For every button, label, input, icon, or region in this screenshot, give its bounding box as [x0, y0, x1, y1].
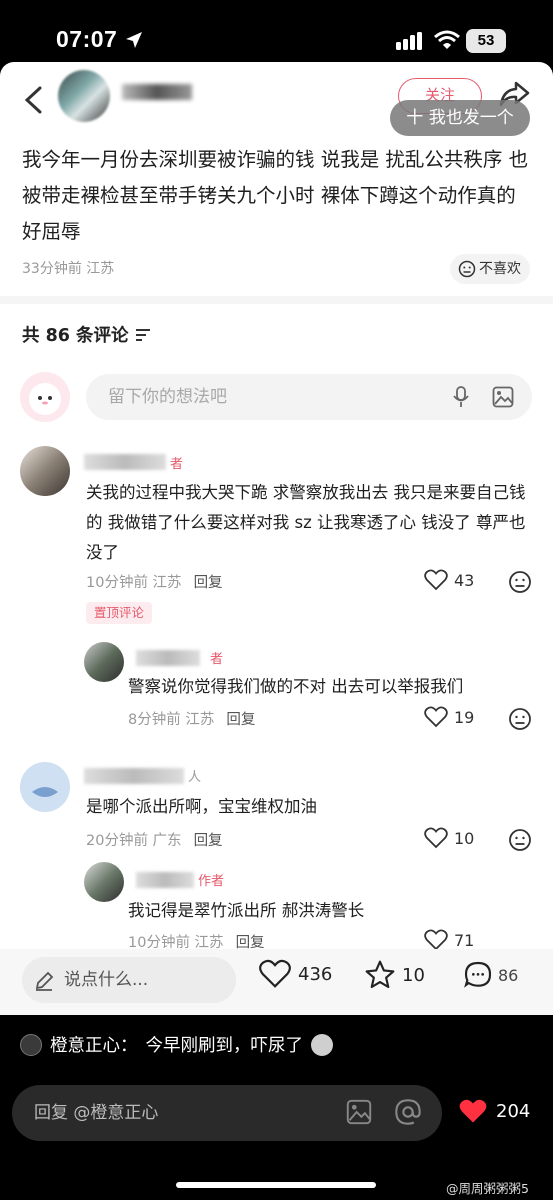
author-tag: 者 [170, 457, 184, 472]
watermark: @周周粥粥粥5 [446, 1181, 529, 1196]
cellular-signal-icon [396, 32, 422, 50]
weibo-reply-input[interactable]: 回复 @橙意正心 [12, 1085, 442, 1141]
author-tag: 人 [188, 770, 202, 785]
reply-like-count: 71 [454, 930, 475, 950]
dislike-face-icon[interactable] [508, 707, 532, 731]
comment-bubble-icon [464, 961, 492, 988]
my-avatar [20, 372, 70, 422]
weibo-reply-placeholder: 回复 @橙意正心 [34, 1103, 159, 1123]
reply-button[interactable]: 回复 [226, 712, 255, 728]
author-avatar[interactable] [58, 70, 110, 122]
reply-author-blurred [136, 650, 200, 666]
comment-like-count: 10 [454, 828, 475, 848]
reply-time-location: 8分钟前 江苏 [128, 712, 215, 728]
meh-face-icon [458, 260, 476, 278]
home-indicator[interactable] [176, 1182, 376, 1188]
comment-text: 是哪个派出所啊，宝宝维权加油 [86, 797, 317, 816]
comment-avatar[interactable] [20, 446, 70, 496]
comment-like-button[interactable]: 10 [424, 827, 474, 849]
reply-author-blurred [136, 872, 194, 888]
favorite-button[interactable]: 10 [364, 959, 425, 991]
location-arrow-icon [126, 32, 142, 48]
dislike-button[interactable]: 不喜欢 [450, 254, 530, 284]
dislike-label: 不喜欢 [479, 261, 521, 277]
post-too-button[interactable]: 十 我也发一个 [390, 100, 530, 136]
section-divider [0, 296, 553, 304]
favorite-count: 10 [402, 964, 425, 986]
say-something-input[interactable]: 说点什么... [22, 957, 236, 1003]
comments-count-label: 共 86 条评论 [22, 326, 129, 346]
star-icon [365, 960, 395, 989]
status-bar: 07:07 53 [0, 0, 553, 62]
comment-like-count: 43 [454, 570, 475, 590]
mention-icon[interactable] [394, 1098, 422, 1126]
battery-level: 53 [466, 29, 506, 53]
weibo-like-count: 204 [496, 1101, 531, 1122]
comment-avatar[interactable] [20, 762, 70, 812]
say-something-placeholder: 说点什么... [64, 970, 149, 990]
comment-meta: 20分钟前 广东 回复 [86, 829, 223, 850]
pinned-badge: 置顶评论 [86, 602, 153, 624]
reply-avatar[interactable] [84, 642, 124, 682]
post-body: 我今年一月份去深圳要被诈骗的钱 说我是 扰乱公共秩序 也被带走裸检甚至带手铐关九… [22, 148, 529, 243]
heart-icon [424, 706, 448, 728]
comment-time-location: 20分钟前 广东 [86, 833, 182, 849]
author-name-blurred [122, 84, 192, 100]
comment-button[interactable]: 86 [462, 959, 518, 991]
comment-meta: 10分钟前 江苏 回复 [86, 571, 223, 592]
dislike-face-icon[interactable] [508, 828, 532, 852]
comment-input[interactable]: 留下你的想法吧 [86, 374, 532, 420]
comment-time-location: 10分钟前 江苏 [86, 575, 182, 591]
emoji-icon [311, 1033, 333, 1056]
comment-author-blurred [84, 768, 184, 784]
image-icon[interactable] [346, 1099, 372, 1125]
heart-icon [259, 959, 291, 988]
comment-count: 86 [498, 965, 519, 985]
heart-icon [424, 929, 448, 951]
app-panel: 关注 十 我也发一个 我今年一月份去深圳要被诈骗的钱 说我是 扰乱公共秩序 也被… [0, 62, 553, 1015]
weibo-like-button[interactable]: 204 [458, 1098, 530, 1125]
commenter-text: 今早刚刷到，吓尿了 [145, 1036, 304, 1056]
author-tag: 作者 [198, 874, 225, 889]
comment-text: 关我的过程中我大哭下跪 求警察放我出去 我只是来要自己钱的 我做错了什么要这样对… [86, 483, 526, 562]
reply-meta: 8分钟前 江苏 回复 [128, 708, 255, 729]
image-icon[interactable] [492, 386, 514, 408]
weibo-top-comment: 橙意正心： 今早刚刷到，吓尿了 [20, 1032, 333, 1057]
comment-author-blurred [84, 454, 166, 470]
author-tag: 者 [210, 652, 224, 667]
heart-icon [424, 827, 448, 849]
comment-input-placeholder: 留下你的想法吧 [108, 387, 227, 407]
reply-text: 警察说你觉得我们做的不对 出去可以举报我们 [128, 677, 464, 696]
heart-icon [424, 569, 448, 591]
reply-button[interactable]: 回复 [194, 575, 223, 591]
commenter-avatar[interactable] [20, 1033, 42, 1056]
bottom-action-bar: 说点什么... 436 10 86 [0, 949, 553, 1015]
like-count: 436 [298, 963, 333, 985]
reply-like-count: 19 [454, 707, 475, 727]
comments-count[interactable]: 共 86 条评论 [22, 322, 151, 347]
microphone-icon[interactable] [452, 386, 470, 408]
like-button[interactable]: 436 [258, 959, 332, 989]
status-time: 07:07 [56, 26, 118, 52]
back-arrow-icon[interactable] [22, 86, 44, 114]
reply-text: 我记得是翠竹派出所 郝洪涛警长 [128, 901, 365, 920]
reply-like-button[interactable]: 71 [424, 929, 474, 951]
reply-button[interactable]: 回复 [194, 833, 223, 849]
post-meta: 33分钟前 江苏 [22, 261, 115, 277]
commenter-name[interactable]: 橙意正心： [50, 1032, 138, 1057]
pencil-icon [35, 971, 54, 991]
reply-like-button[interactable]: 19 [424, 706, 474, 728]
reply-avatar[interactable] [84, 862, 124, 902]
dislike-face-icon[interactable] [508, 570, 532, 594]
comment-like-button[interactable]: 43 [424, 569, 474, 591]
wifi-icon [434, 30, 460, 49]
heart-filled-icon [459, 1099, 487, 1123]
sort-icon[interactable] [135, 328, 151, 342]
